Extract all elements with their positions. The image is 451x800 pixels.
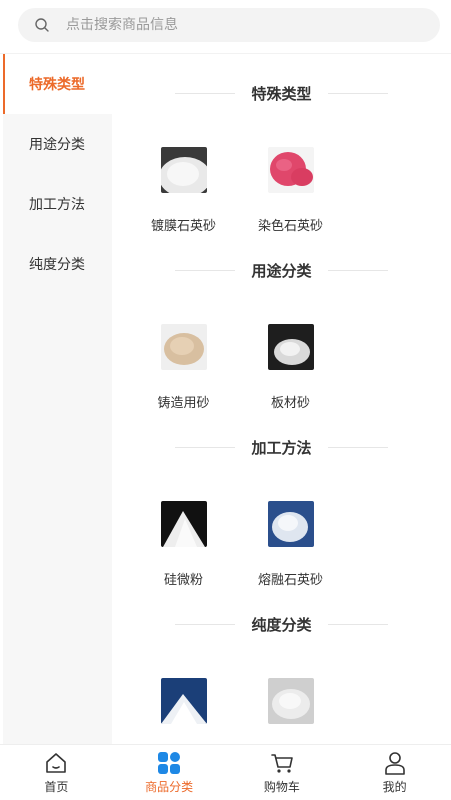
tab-label: 我的 [382, 780, 407, 794]
search-bar [0, 0, 451, 54]
category-section: 加工方法 硅微粉 熔融石英砂 [112, 411, 451, 588]
category-icon [156, 750, 182, 776]
divider-line [327, 446, 388, 448]
sidebar-item-processing[interactable]: 加工方法 [3, 174, 112, 234]
product-grid: 硅微粉 熔融石英砂 [112, 465, 451, 588]
product-image-blue-powder [267, 501, 314, 547]
product-grid: 铸造用砂 板材砂 [112, 288, 451, 411]
product-name: 硅微粉 [163, 573, 203, 588]
product-grid: 镀膜石英砂 染色石英砂 [112, 111, 451, 234]
product-item[interactable]: 硅微粉 [130, 465, 237, 588]
section-header: 纯度分类 [112, 606, 451, 642]
product-item[interactable]: 板材砂 [237, 288, 344, 411]
category-content: 特殊类型 镀膜石英砂 染色石英砂 用途分类 铸造用砂 板材砂 加工方法 硅微粉 … [112, 54, 451, 744]
product-name: 铸造用砂 [157, 396, 210, 411]
section-title: 用途分类 [251, 261, 312, 280]
product-name: 染色石英砂 [257, 219, 323, 234]
category-section: 特殊类型 镀膜石英砂 染色石英砂 [112, 54, 451, 234]
product-item[interactable]: 镀膜石英砂 [130, 111, 237, 234]
product-item[interactable]: 铸造用砂 [130, 288, 237, 411]
product-image-white-powder [160, 501, 207, 547]
divider-line [175, 269, 236, 271]
product-image-beige-sand [160, 324, 207, 370]
section-header: 加工方法 [112, 429, 451, 465]
sidebar-item-purity[interactable]: 纯度分类 [3, 234, 112, 294]
tab-category[interactable]: 商品分类 [113, 745, 226, 800]
product-grid [112, 642, 451, 744]
product-name: 板材砂 [270, 396, 310, 411]
search-input[interactable] [66, 17, 406, 33]
sidebar-item-usage[interactable]: 用途分类 [3, 114, 112, 174]
divider-line [327, 623, 388, 625]
product-image-blue-white-sand [160, 678, 207, 724]
sidebar-item-label: 纯度分类 [29, 257, 85, 273]
product-item[interactable] [237, 642, 344, 744]
product-image-pink-sand [267, 147, 314, 193]
sidebar-item-special-type[interactable]: 特殊类型 [3, 54, 112, 114]
tab-label: 购物车 [263, 780, 300, 794]
category-section: 用途分类 铸造用砂 板材砂 [112, 234, 451, 411]
sidebar-item-label: 特殊类型 [29, 77, 85, 93]
tab-label: 商品分类 [145, 780, 194, 794]
tab-home[interactable]: 首页 [0, 745, 113, 800]
bottom-tab-bar: 首页 商品分类 购物车 我的 [0, 744, 451, 800]
product-name: 熔融石英砂 [257, 573, 323, 588]
category-sidebar: 特殊类型 用途分类 加工方法 纯度分类 [3, 54, 112, 744]
search-box[interactable] [18, 8, 440, 42]
home-icon [43, 750, 69, 776]
divider-line [175, 92, 236, 94]
product-item[interactable]: 染色石英砂 [237, 111, 344, 234]
section-title: 加工方法 [251, 438, 312, 457]
section-header: 特殊类型 [112, 75, 451, 111]
divider-line [175, 623, 236, 625]
product-name: 镀膜石英砂 [150, 219, 216, 234]
sidebar-item-label: 用途分类 [29, 137, 85, 153]
tab-cart[interactable]: 购物车 [226, 745, 339, 800]
section-header: 用途分类 [112, 252, 451, 288]
product-image-dark-sand [267, 324, 314, 370]
product-image-white-sand [160, 147, 207, 193]
section-title: 特殊类型 [251, 84, 312, 103]
user-icon [382, 750, 408, 776]
product-item[interactable]: 熔融石英砂 [237, 465, 344, 588]
sidebar-item-label: 加工方法 [29, 197, 85, 213]
tab-profile[interactable]: 我的 [338, 745, 451, 800]
divider-line [175, 446, 236, 448]
search-icon [34, 17, 50, 33]
cart-icon [269, 750, 295, 776]
product-image-gray-white-sand [267, 678, 314, 724]
category-section: 纯度分类 [112, 588, 451, 744]
section-title: 纯度分类 [251, 615, 312, 634]
tab-label: 首页 [44, 780, 69, 794]
divider-line [327, 269, 388, 271]
app: 特殊类型 用途分类 加工方法 纯度分类 特殊类型 镀膜石英砂 [0, 0, 451, 800]
divider-line [327, 92, 388, 94]
product-item[interactable] [130, 642, 237, 744]
